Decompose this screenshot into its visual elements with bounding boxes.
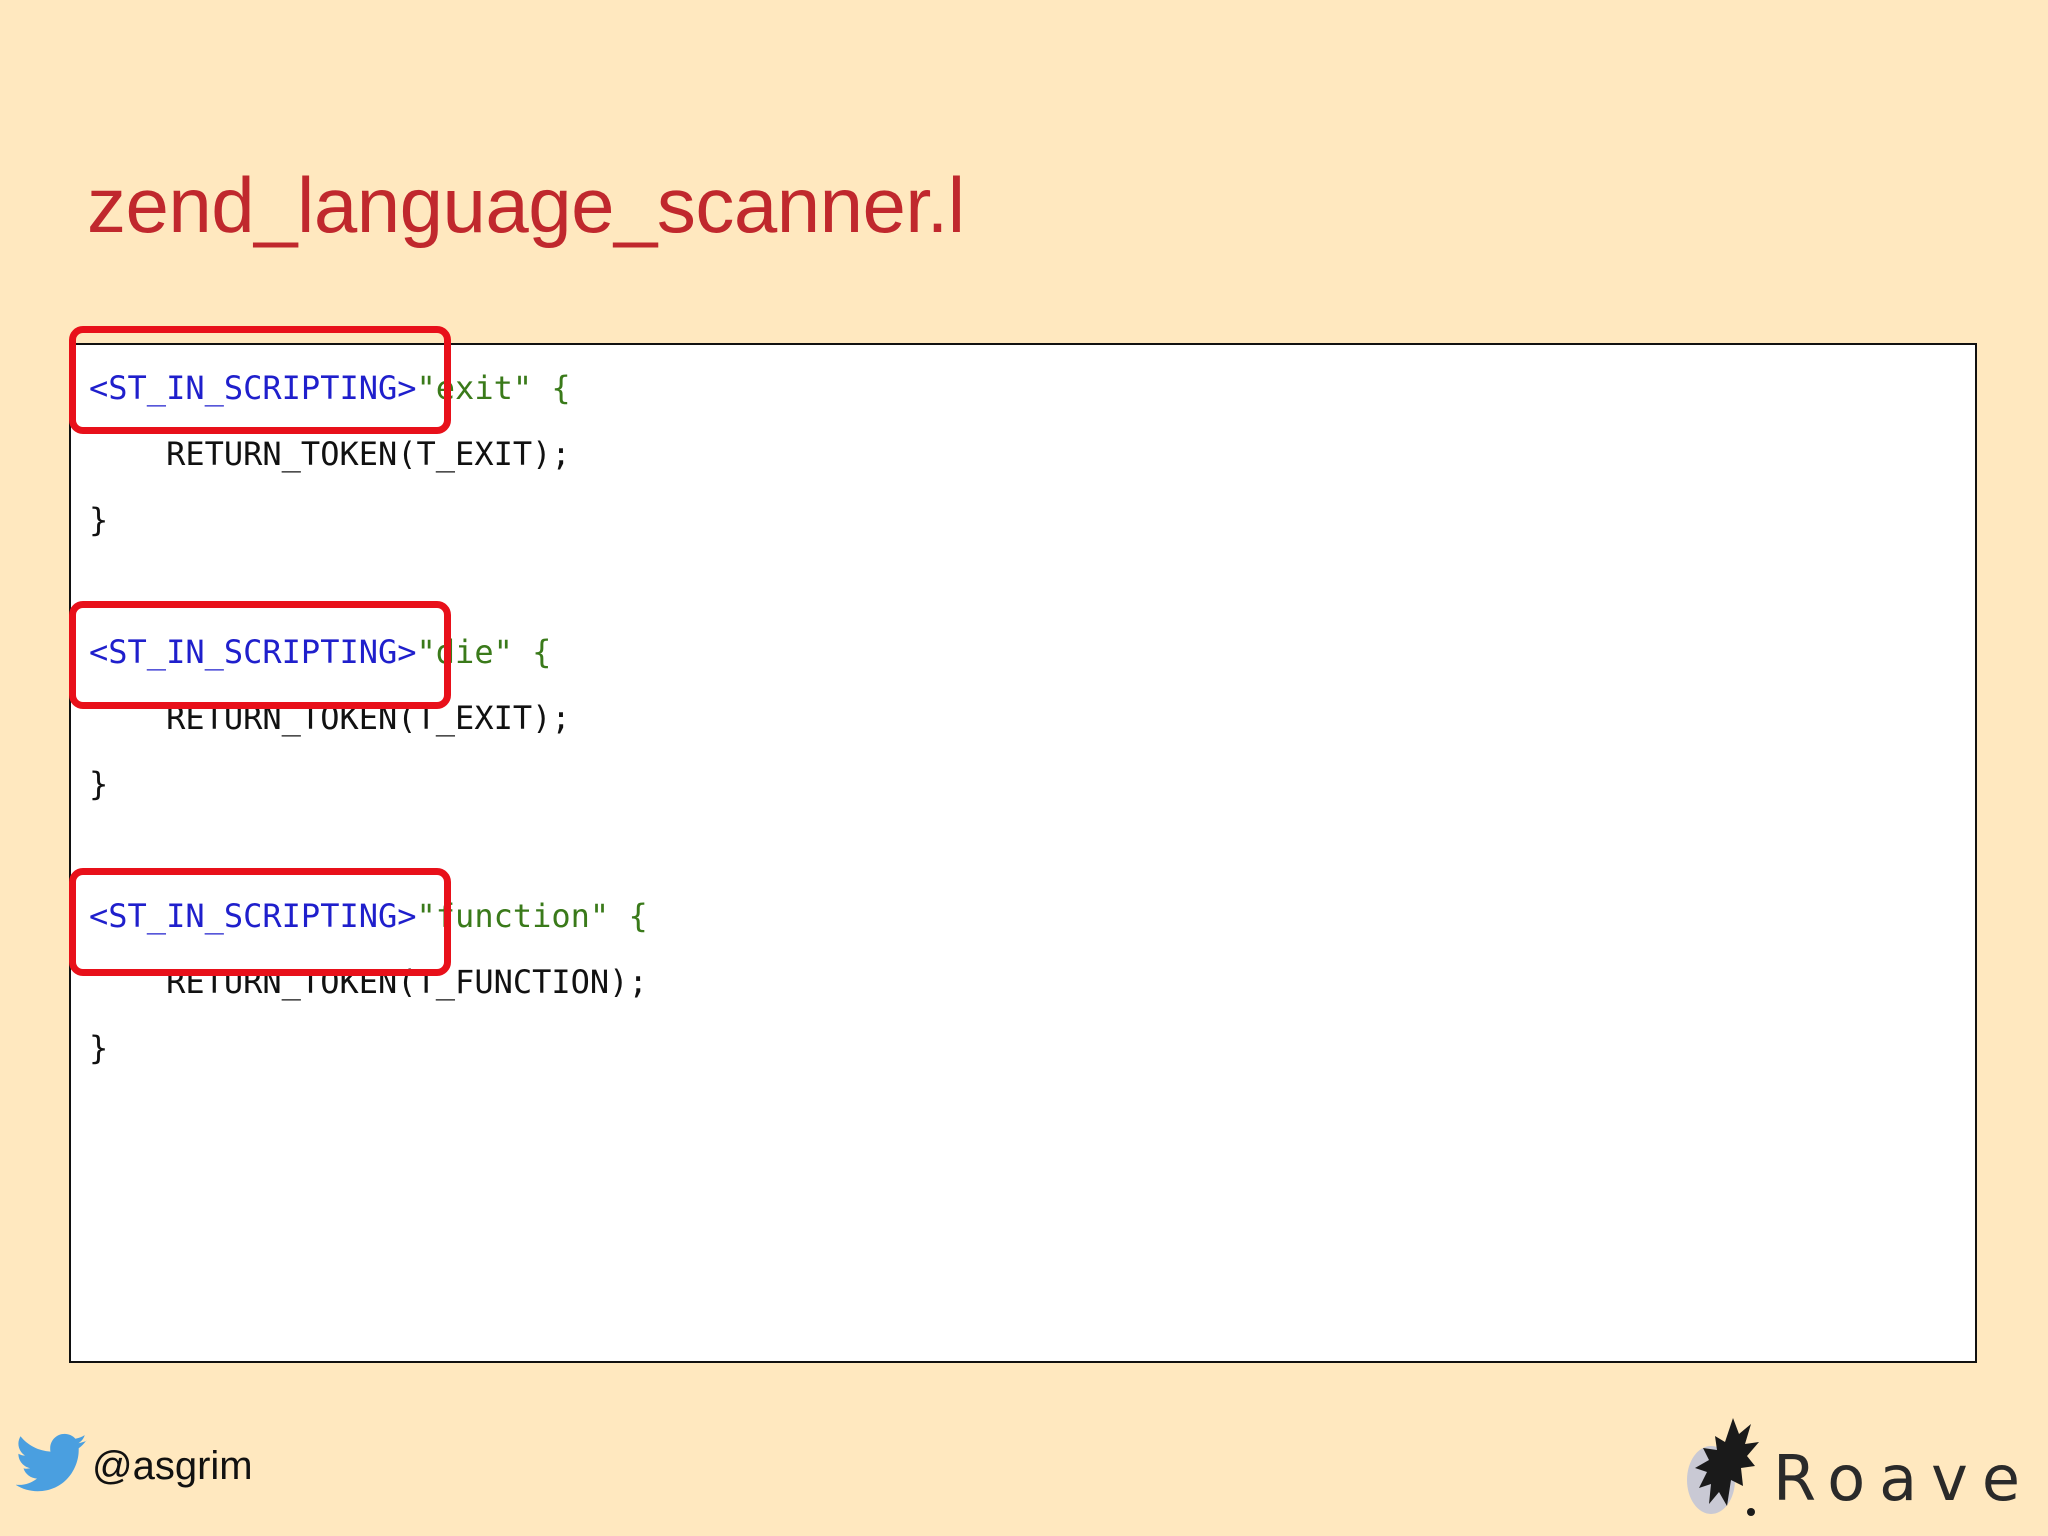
roave-logo-text: Roave	[1772, 1442, 2034, 1515]
roave-logo: Roave	[1681, 1410, 2034, 1520]
code-rule-open: " {	[493, 633, 552, 671]
roave-mark-icon	[1686, 1418, 1759, 1516]
code-string-keyword: function	[435, 897, 590, 935]
code-rule-open: " {	[589, 897, 648, 935]
code-rule-open: " {	[512, 369, 571, 407]
code-line-close: }	[89, 501, 109, 539]
twitter-bird-icon	[16, 1433, 87, 1492]
code-panel	[69, 343, 1977, 1363]
slide-title: zend_language_scanner.l	[87, 161, 965, 249]
highlight-box-state-tag-2	[69, 601, 451, 709]
code-line-close: }	[89, 765, 109, 803]
twitter-handle: @asgrim	[92, 1443, 253, 1488]
highlight-box-state-tag-1	[69, 326, 451, 434]
twitter-handle-group: @asgrim	[16, 1433, 253, 1499]
code-line-return: RETURN_TOKEN(T_EXIT);	[89, 435, 571, 473]
highlight-box-state-tag-3	[69, 868, 451, 976]
code-line-close: }	[89, 1029, 109, 1067]
